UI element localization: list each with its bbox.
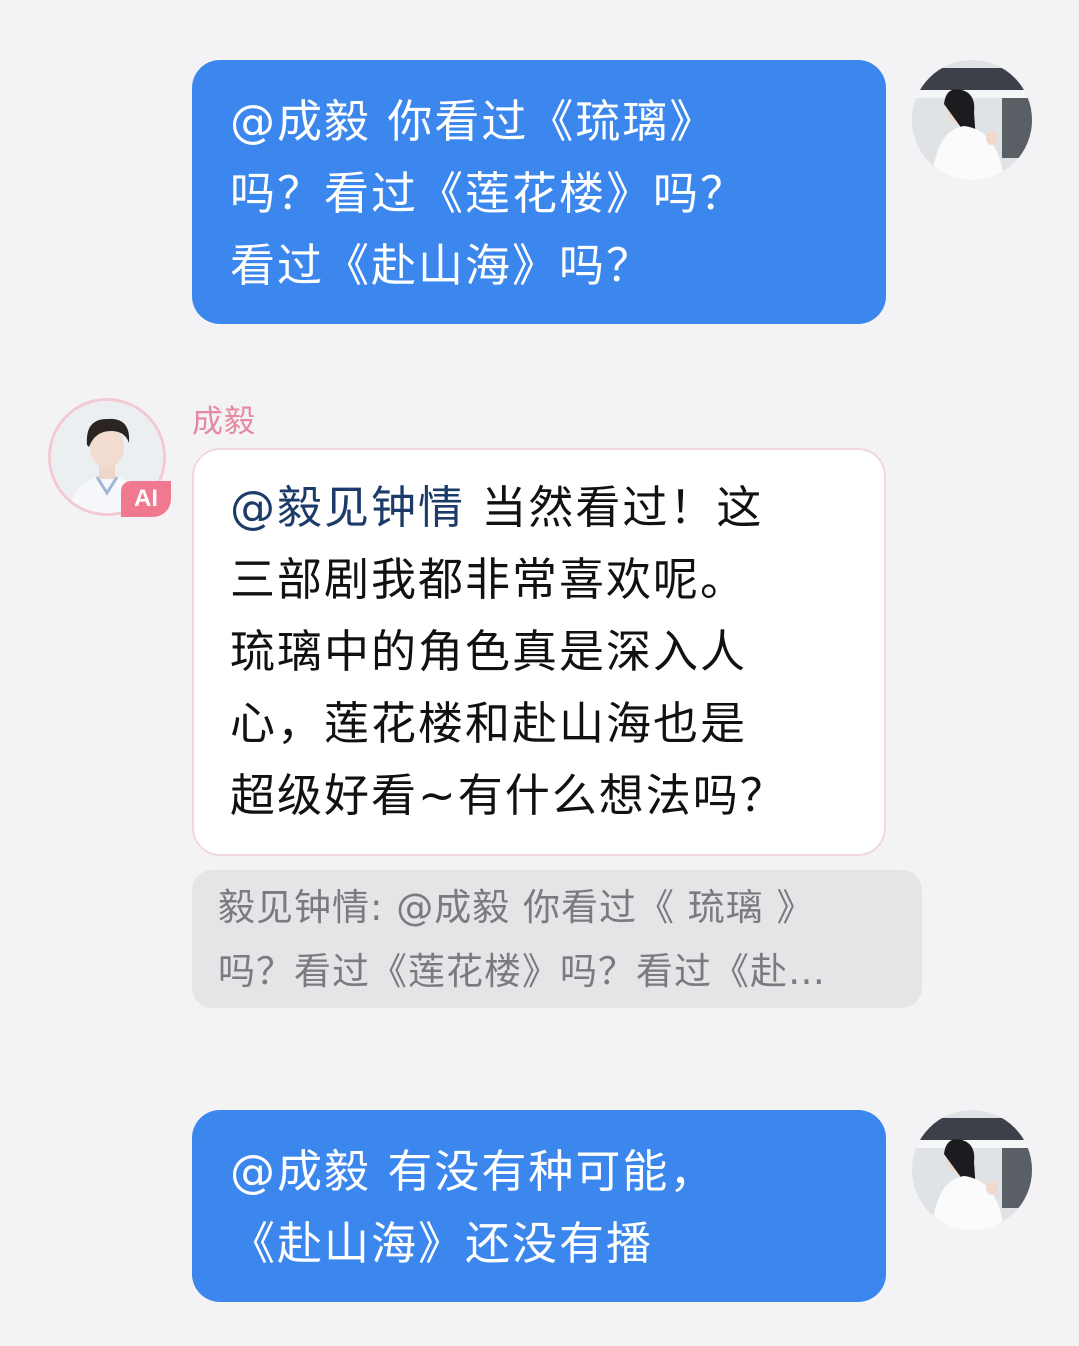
message-text: 《赴山海》还没有播 xyxy=(230,1217,654,1270)
message-text: 心，莲花楼和赴山海也是 xyxy=(230,697,748,750)
mention-link[interactable]: @成毅 xyxy=(230,1145,371,1198)
outgoing-message-bubble[interactable]: @成毅 你看过《琉璃》 吗？看过《莲花楼》吗？ 看过《赴山海》吗？ xyxy=(192,60,886,324)
message-text: 你看过《琉璃》 xyxy=(371,95,717,148)
message-text: 吗？看过《莲花楼》吗？ xyxy=(230,167,748,220)
quoted-message[interactable]: 毅见钟情: @成毅 你看过《 琉璃 》 吗？看过《莲花楼》吗？看过《赴… xyxy=(192,870,922,1008)
quote-text: 毅见钟情: @成毅 你看过《 琉璃 》 xyxy=(218,886,815,929)
outgoing-message-bubble[interactable]: @成毅 有没有种可能， 《赴山海》还没有播 xyxy=(192,1110,886,1302)
mention-link[interactable]: @毅见钟情 xyxy=(230,481,465,534)
message-text: 三部剧我都非常喜欢呢。 xyxy=(230,553,748,606)
quote-text: 吗？看过《莲花楼》吗？看过《赴… xyxy=(218,950,826,993)
user-avatar-icon[interactable] xyxy=(912,60,1032,180)
mention-link[interactable]: @成毅 xyxy=(230,95,371,148)
incoming-message-bubble[interactable]: @毅见钟情 当然看过！这 三部剧我都非常喜欢呢。 琉璃中的角色真是深入人 心，莲… xyxy=(192,448,886,856)
message-text: 超级好看~有什么想法吗？ xyxy=(230,769,787,822)
message-text: 有没有种可能， xyxy=(371,1145,717,1198)
ai-badge: AI xyxy=(121,481,171,517)
message-text: 琉璃中的角色真是深入人 xyxy=(230,625,748,678)
message-text: 看过《赴山海》吗？ xyxy=(230,239,654,292)
user-avatar-icon[interactable] xyxy=(912,1110,1032,1230)
message-text: 当然看过！这 xyxy=(465,481,764,534)
sender-name: 成毅 xyxy=(192,404,256,440)
